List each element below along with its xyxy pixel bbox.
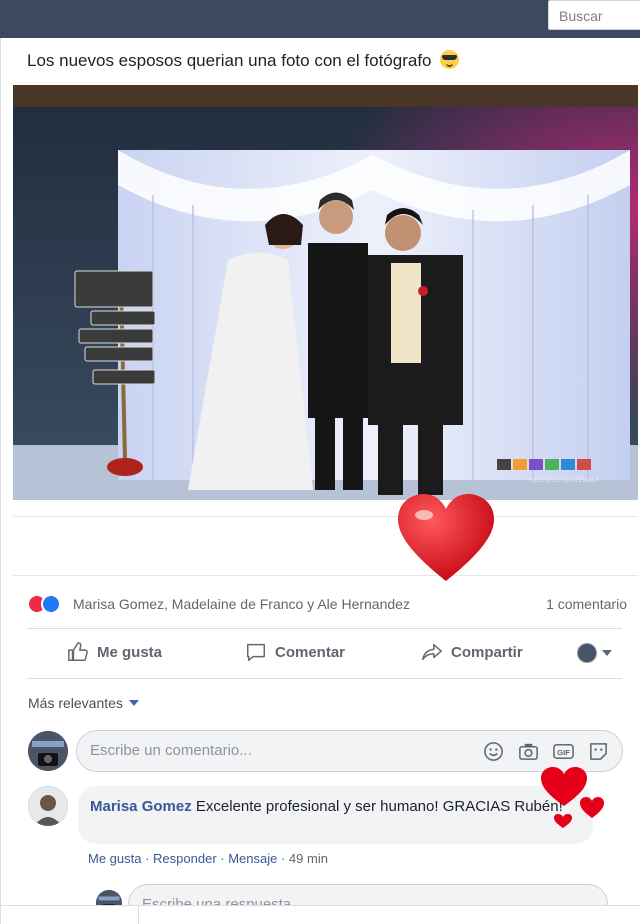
emoji-icon[interactable] <box>482 740 505 763</box>
comment-reply-link[interactable]: Responder <box>153 851 217 866</box>
post-photo[interactable]: HECHO EN GUATEMALA <box>13 85 638 500</box>
comment-sort-dropdown[interactable]: Más relevantes <box>28 695 139 711</box>
sunglasses-emoji-icon <box>440 50 460 69</box>
comment-text: Excelente profesional y ser humano! GRAC… <box>195 798 563 815</box>
reactions-summary[interactable]: Marisa Gomez, Madelaine de Franco y Ale … <box>27 594 627 616</box>
comment-message-link[interactable]: Mensaje <box>228 851 277 866</box>
svg-text:GIF: GIF <box>557 748 570 757</box>
comment-placeholder: Escribe un comentario... <box>90 742 252 759</box>
top-navigation-bar: Buscar <box>0 0 640 38</box>
avatar[interactable] <box>28 731 68 771</box>
bottom-tab[interactable] <box>1 906 139 924</box>
camera-avatar-icon <box>28 731 68 771</box>
comment-icon <box>247 643 265 661</box>
post-caption: Los nuevos esposos querian una foto con … <box>27 50 460 71</box>
comment-author[interactable]: Marisa Gomez <box>90 798 192 815</box>
post-card: Los nuevos esposos querian una foto con … <box>0 38 640 924</box>
comment-like-link[interactable]: Me gusta <box>88 851 141 866</box>
post-sticker-area <box>13 516 638 576</box>
share-label: Compartir <box>451 643 523 661</box>
thumbs-up-icon <box>68 642 88 661</box>
like-reaction-icon <box>41 594 61 614</box>
reaction-names[interactable]: Marisa Gomez, Madelaine de Franco y Ale … <box>73 596 410 612</box>
heart-sticker-icon <box>398 494 494 581</box>
photo-watermark: HECHO EN GUATEMALA <box>529 478 599 484</box>
wedding-photo-illustration: HECHO EN GUATEMALA <box>13 85 638 500</box>
comment-time[interactable]: 49 min <box>289 851 328 866</box>
post-as-selector[interactable] <box>577 643 612 663</box>
share-arrow-icon <box>422 643 442 661</box>
comment-author-avatar[interactable] <box>28 786 68 826</box>
like-button[interactable]: Me gusta <box>67 641 162 663</box>
share-button[interactable]: Compartir <box>421 641 523 663</box>
page-avatar <box>577 643 597 663</box>
comment-meta: Me gusta · Responder · Mensaje · 49 min <box>88 851 328 866</box>
bottom-bar <box>1 905 640 924</box>
divider <box>27 628 622 629</box>
camera-icon[interactable] <box>517 740 540 763</box>
sticker-icon[interactable] <box>587 740 610 763</box>
sort-label: Más relevantes <box>28 695 123 711</box>
comment-button[interactable]: Comentar <box>245 641 345 663</box>
gif-icon[interactable]: GIF <box>552 740 575 763</box>
divider <box>27 678 622 679</box>
post-caption-text: Los nuevos esposos querian una foto con … <box>27 51 432 70</box>
chevron-down-icon <box>602 650 612 656</box>
small-hearts-sticker-icon <box>541 767 604 828</box>
like-label: Me gusta <box>97 643 163 661</box>
comment-label: Comentar <box>275 643 346 661</box>
chevron-down-icon <box>128 700 139 706</box>
search-input[interactable]: Buscar <box>548 0 640 30</box>
comment-input-tools: GIF <box>482 740 610 763</box>
comment-bubble: Marisa Gomez Excelente profesional y ser… <box>78 786 593 844</box>
comment-count[interactable]: 1 comentario <box>546 596 627 612</box>
post-actions: Me gusta Comentar Compartir <box>27 633 622 673</box>
